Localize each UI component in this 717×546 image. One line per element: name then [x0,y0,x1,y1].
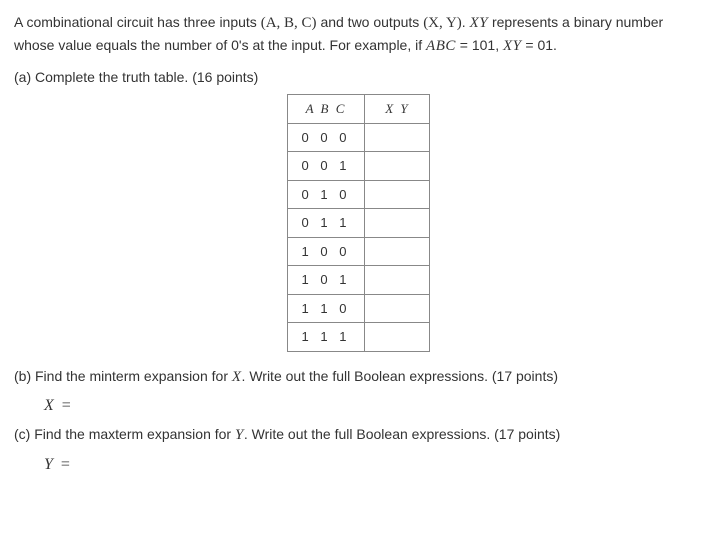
header-xy: X Y [365,95,430,124]
abc-cell: 0 0 1 [287,152,365,181]
intro-text-1: A combinational circuit has three inputs [14,14,257,30]
abc-cell: 0 0 0 [287,123,365,152]
table-row: 0 1 1 [287,209,430,238]
xy-cell [365,266,430,295]
xy-cell [365,123,430,152]
table-row: 0 0 0 [287,123,430,152]
part-b-prefix: (b) Find the minterm expansion for [14,368,228,384]
intro-text-5: = 101, [460,37,499,53]
table-row: 0 0 1 [287,152,430,181]
outputs-tuple: (X, Y) [423,15,462,31]
xy-var-1: XY [470,15,489,31]
part-c-var: Y [235,427,244,443]
abc-cell: 0 1 0 [287,180,365,209]
problem-statement: A combinational circuit has three inputs… [14,12,703,57]
equals-sign: = [62,397,71,414]
table-row: 1 1 0 [287,294,430,323]
xy-cell [365,152,430,181]
intro-text-2: and two outputs [320,14,419,30]
xy-cell [365,237,430,266]
part-b-text: (b) Find the minterm expansion for X. Wr… [14,366,703,389]
abc-cell: 1 1 0 [287,294,365,323]
equation-x: X = [44,394,703,418]
table-row: 1 1 1 [287,323,430,352]
intro-text-6: = 01. [525,37,557,53]
xy-var-2: XY [503,38,522,54]
part-b-var: X [232,369,242,385]
equation-y: Y = [44,453,703,477]
xy-cell [365,180,430,209]
part-a-text: (a) Complete the truth table. (16 points… [14,67,703,88]
abc-cell: 1 1 1 [287,323,365,352]
part-c-prefix: (c) Find the maxterm expansion for [14,426,231,442]
abc-cell: 1 0 0 [287,237,365,266]
equals-sign: = [61,456,70,473]
part-b-suffix: . Write out the full Boolean expressions… [242,368,558,384]
xy-cell [365,294,430,323]
xy-cell [365,209,430,238]
part-c-suffix: . Write out the full Boolean expressions… [244,426,560,442]
truth-table: A B C X Y 0 0 0 0 0 1 0 1 0 0 1 1 1 0 0 … [287,94,431,352]
abc-cell: 0 1 1 [287,209,365,238]
table-row: 1 0 0 [287,237,430,266]
table-row: 0 1 0 [287,180,430,209]
abc-var: ABC [426,38,456,54]
xy-cell [365,323,430,352]
part-c-text: (c) Find the maxterm expansion for Y. Wr… [14,424,703,447]
table-row: 1 0 1 [287,266,430,295]
table-header-row: A B C X Y [287,95,430,124]
eqn-x-var: X [44,397,54,414]
eqn-y-var: Y [44,456,53,473]
inputs-tuple: (A, B, C) [261,15,317,31]
abc-cell: 1 0 1 [287,266,365,295]
header-abc: A B C [287,95,365,124]
intro-period: . [462,14,466,30]
